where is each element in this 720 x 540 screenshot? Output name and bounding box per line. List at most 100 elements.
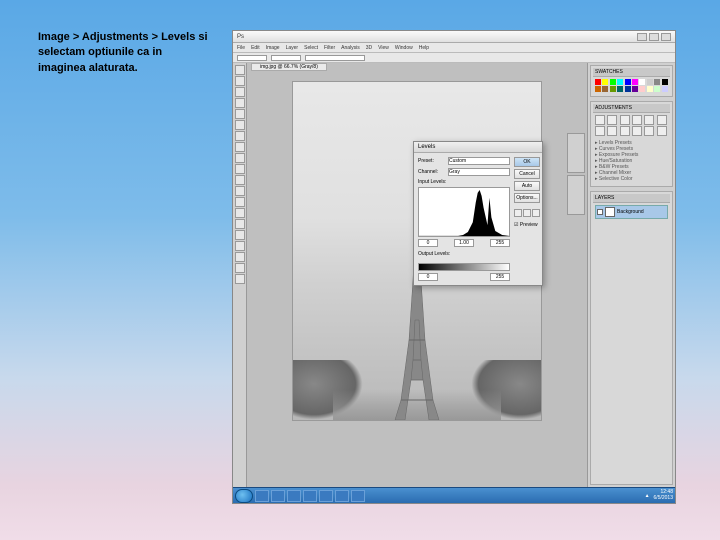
output-black-input[interactable] xyxy=(418,273,438,281)
move-tool[interactable] xyxy=(235,65,245,75)
swatch[interactable] xyxy=(662,86,668,92)
wand-tool[interactable] xyxy=(235,98,245,108)
pen-tool[interactable] xyxy=(235,219,245,229)
options-button[interactable]: Options... xyxy=(514,193,540,203)
swatch[interactable] xyxy=(617,79,623,85)
brush-tool[interactable] xyxy=(235,142,245,152)
black-point-input[interactable] xyxy=(418,239,438,247)
output-white-input[interactable] xyxy=(490,273,510,281)
histogram[interactable] xyxy=(418,187,510,237)
options-bar[interactable] xyxy=(233,53,675,63)
cancel-button[interactable]: Cancel xyxy=(514,169,540,179)
swatch[interactable] xyxy=(602,79,608,85)
swatch[interactable] xyxy=(610,79,616,85)
minimize-button[interactable] xyxy=(637,33,647,41)
taskbar-app-icon[interactable] xyxy=(287,490,301,502)
midtone-input[interactable] xyxy=(454,239,474,247)
dodge-tool[interactable] xyxy=(235,208,245,218)
swatch[interactable] xyxy=(639,79,645,85)
menu-select[interactable]: Select xyxy=(304,45,318,51)
menu-window[interactable]: Window xyxy=(395,45,413,51)
document-tab[interactable]: img.jpg @ 66.7% (Gray/8) xyxy=(251,63,327,71)
output-gradient[interactable] xyxy=(418,263,510,271)
shape-tool[interactable] xyxy=(235,252,245,262)
swatch[interactable] xyxy=(654,79,660,85)
crop-tool[interactable] xyxy=(235,109,245,119)
menubar[interactable]: File Edit Image Layer Select Filter Anal… xyxy=(233,43,675,53)
adj-photo-filter-icon[interactable] xyxy=(607,126,617,136)
eyedropper-tool[interactable] xyxy=(235,120,245,130)
menu-analysis[interactable]: Analysis xyxy=(341,45,360,51)
preview-checkbox[interactable]: ☑ Preview xyxy=(514,222,540,228)
eraser-tool[interactable] xyxy=(235,175,245,185)
ok-button[interactable]: OK xyxy=(514,157,540,167)
start-button[interactable] xyxy=(235,489,253,503)
zoom-tool[interactable] xyxy=(235,274,245,284)
swatch[interactable] xyxy=(639,86,645,92)
collapsed-panel[interactable] xyxy=(567,175,585,215)
auto-button[interactable]: Auto xyxy=(514,181,540,191)
swatch[interactable] xyxy=(625,79,631,85)
hand-tool[interactable] xyxy=(235,263,245,273)
taskbar-app-icon[interactable] xyxy=(303,490,317,502)
adj-curves-icon[interactable] xyxy=(620,115,630,125)
adj-exposure-icon[interactable] xyxy=(632,115,642,125)
swatch[interactable] xyxy=(647,86,653,92)
black-eyedropper-icon[interactable] xyxy=(514,209,522,217)
adj-vibrance-icon[interactable] xyxy=(644,115,654,125)
channel-select[interactable]: Gray xyxy=(448,168,510,176)
taskbar[interactable]: ▲ 12:48 6/5/2013 xyxy=(233,487,675,503)
adj-hue-icon[interactable] xyxy=(657,115,667,125)
collapsed-panel[interactable] xyxy=(567,133,585,173)
swatch[interactable] xyxy=(610,86,616,92)
adj-brightness-icon[interactable] xyxy=(595,115,605,125)
type-tool[interactable] xyxy=(235,230,245,240)
menu-filter[interactable]: Filter xyxy=(324,45,335,51)
taskbar-app-icon[interactable] xyxy=(319,490,333,502)
adj-invert-icon[interactable] xyxy=(632,126,642,136)
tray-icon[interactable]: ▲ xyxy=(645,493,650,499)
stamp-tool[interactable] xyxy=(235,153,245,163)
clock[interactable]: 12:48 6/5/2013 xyxy=(654,490,673,501)
heal-tool[interactable] xyxy=(235,131,245,141)
swatch[interactable] xyxy=(595,86,601,92)
menu-3d[interactable]: 3D xyxy=(366,45,372,51)
menu-edit[interactable]: Edit xyxy=(251,45,260,51)
swatch[interactable] xyxy=(602,86,608,92)
lasso-tool[interactable] xyxy=(235,87,245,97)
menu-layer[interactable]: Layer xyxy=(286,45,299,51)
adj-posterize-icon[interactable] xyxy=(644,126,654,136)
white-eyedropper-icon[interactable] xyxy=(532,209,540,217)
adj-threshold-icon[interactable] xyxy=(657,126,667,136)
gradient-tool[interactable] xyxy=(235,186,245,196)
close-button[interactable] xyxy=(661,33,671,41)
taskbar-app-icon[interactable] xyxy=(335,490,349,502)
blur-tool[interactable] xyxy=(235,197,245,207)
menu-help[interactable]: Help xyxy=(419,45,429,51)
gray-eyedropper-icon[interactable] xyxy=(523,209,531,217)
preset-item[interactable]: ▸ Selective Color xyxy=(595,176,668,182)
swatch[interactable] xyxy=(647,79,653,85)
maximize-button[interactable] xyxy=(649,33,659,41)
layer-row[interactable]: Background xyxy=(595,205,668,219)
visibility-icon[interactable] xyxy=(597,209,603,215)
history-brush-tool[interactable] xyxy=(235,164,245,174)
taskbar-app-icon[interactable] xyxy=(351,490,365,502)
preset-select[interactable]: Custom xyxy=(448,157,510,165)
swatch[interactable] xyxy=(654,86,660,92)
swatch[interactable] xyxy=(617,86,623,92)
option-field[interactable] xyxy=(237,55,267,61)
marquee-tool[interactable] xyxy=(235,76,245,86)
white-point-input[interactable] xyxy=(490,239,510,247)
menu-image[interactable]: Image xyxy=(266,45,280,51)
swatch[interactable] xyxy=(595,79,601,85)
swatch[interactable] xyxy=(625,86,631,92)
menu-view[interactable]: View xyxy=(378,45,389,51)
swatch[interactable] xyxy=(662,79,668,85)
option-field[interactable] xyxy=(305,55,365,61)
adj-bw-icon[interactable] xyxy=(595,126,605,136)
swatch[interactable] xyxy=(632,86,638,92)
menu-file[interactable]: File xyxy=(237,45,245,51)
taskbar-ie-icon[interactable] xyxy=(255,490,269,502)
adj-channel-mixer-icon[interactable] xyxy=(620,126,630,136)
